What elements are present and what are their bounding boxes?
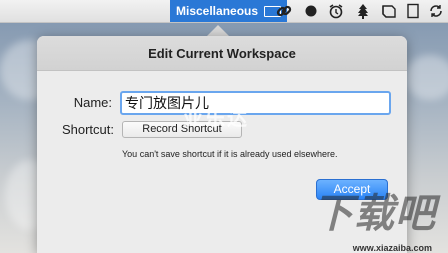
- shortcut-hint-text: You can't save shortcut if it is already…: [122, 149, 338, 159]
- record-icon[interactable]: [303, 3, 319, 19]
- workspace-menu-item[interactable]: Miscellaneous: [170, 0, 288, 22]
- book-icon[interactable]: [381, 3, 397, 19]
- workspace-name-input[interactable]: 专门放图片儿: [120, 91, 391, 115]
- document-icon[interactable]: [405, 3, 421, 19]
- watermark-url: www.xiazaiba.com: [352, 243, 432, 253]
- popover-arrow: [207, 25, 229, 36]
- name-label: Name:: [73, 95, 112, 110]
- workspace-label: Miscellaneous: [176, 4, 259, 18]
- sync-icon[interactable]: [428, 3, 444, 19]
- watermark-logo-text: 下载吧: [313, 191, 436, 236]
- watermark-logo: 下载吧 www.xiazaiba.com: [312, 183, 442, 253]
- menu-bar: Miscellaneous: [0, 0, 448, 23]
- tree-icon[interactable]: [355, 3, 371, 19]
- record-shortcut-button[interactable]: Record Shortcut: [122, 121, 242, 138]
- popover-header: Edit Current Workspace: [37, 36, 407, 71]
- link-icon[interactable]: [276, 3, 292, 19]
- popover-title: Edit Current Workspace: [148, 45, 296, 61]
- alarm-clock-icon[interactable]: [328, 3, 344, 19]
- shortcut-label: Shortcut:: [61, 122, 114, 137]
